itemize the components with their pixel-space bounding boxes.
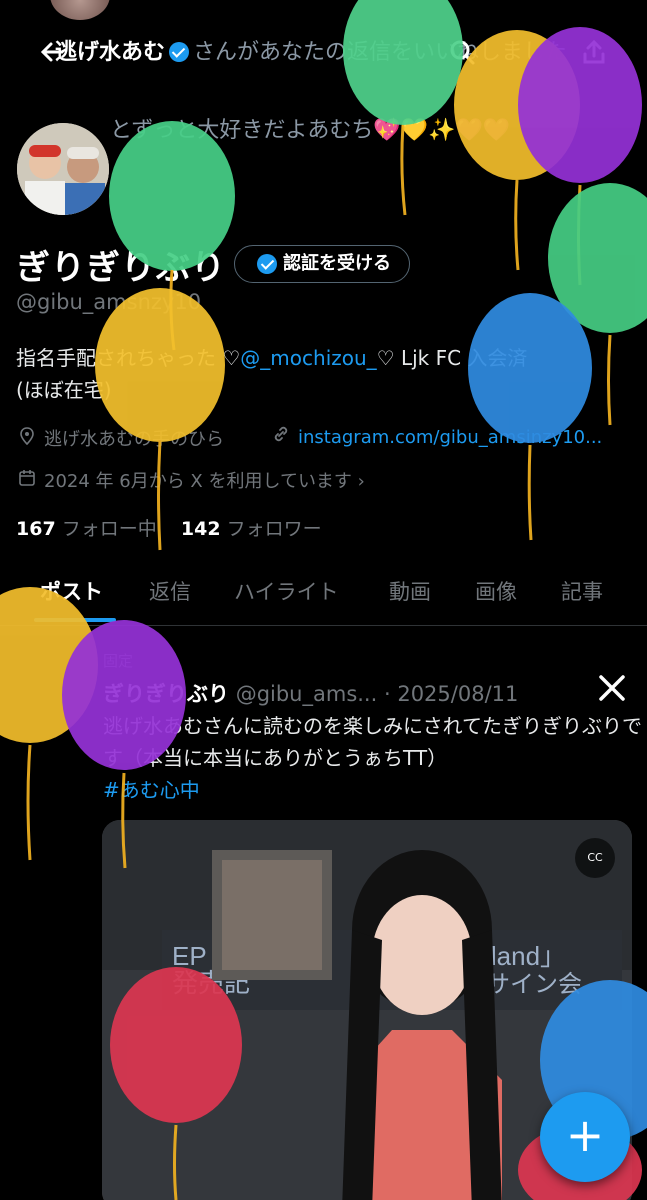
balloon-decoration xyxy=(343,0,463,216)
balloon-decoration xyxy=(468,293,592,541)
balloon-overlay xyxy=(0,0,647,1200)
balloon-decoration xyxy=(110,967,242,1200)
balloon-decoration xyxy=(62,620,186,869)
balloon-decoration xyxy=(95,288,225,551)
compose-post-button[interactable]: + xyxy=(540,1092,630,1182)
